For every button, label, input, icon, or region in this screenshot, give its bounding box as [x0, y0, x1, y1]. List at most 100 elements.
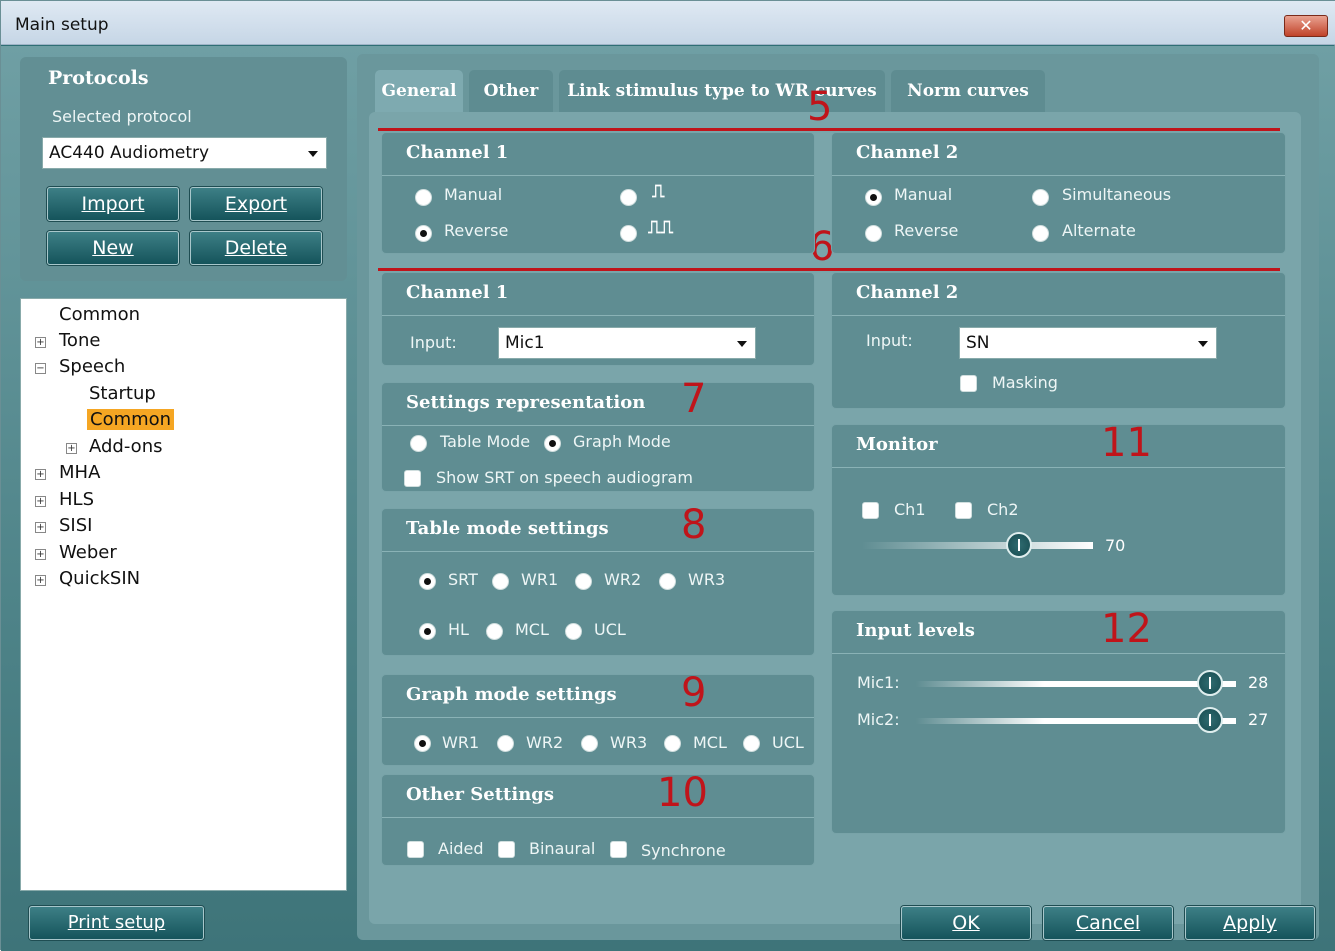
- stim2-alternate-radio[interactable]: [1032, 225, 1049, 242]
- expand-icon[interactable]: +: [66, 443, 77, 454]
- masking-label: Masking: [992, 373, 1058, 392]
- stim2-manual-radio[interactable]: [865, 189, 882, 206]
- tree-item-tone[interactable]: Tone: [59, 330, 100, 351]
- table-ucl-label: UCL: [594, 620, 626, 639]
- tree-item-startup[interactable]: Startup: [89, 383, 156, 404]
- table-wr2-radio[interactable]: [575, 573, 592, 590]
- tab-link-stimulus[interactable]: Link stimulus type to WR curves: [559, 70, 885, 112]
- input1-label: Input:: [410, 333, 457, 352]
- apply-button[interactable]: Apply: [1185, 906, 1315, 940]
- print-setup-button[interactable]: Print setup: [29, 906, 204, 940]
- show-srt-checkbox[interactable]: [404, 470, 421, 487]
- tree-item-quicksin[interactable]: QuickSIN: [59, 568, 140, 589]
- graph-wr3-radio[interactable]: [581, 735, 598, 752]
- tab-norm-curves[interactable]: Norm curves: [891, 70, 1045, 112]
- tree-item-sisi[interactable]: SISI: [59, 515, 92, 536]
- tab-other[interactable]: Other: [469, 70, 553, 112]
- expand-icon[interactable]: +: [35, 337, 46, 348]
- synchrone-checkbox[interactable]: [610, 841, 627, 858]
- mic2-level-bar: [916, 718, 1236, 724]
- protocol-select-value: AC440 Audiometry: [49, 143, 210, 163]
- ch2-checkbox[interactable]: [955, 502, 972, 519]
- settings-representation-title: Settings representation: [406, 392, 646, 413]
- input2-select[interactable]: SN: [959, 327, 1217, 359]
- expand-icon[interactable]: +: [35, 575, 46, 586]
- cancel-button[interactable]: Cancel: [1043, 906, 1173, 940]
- ok-button[interactable]: OK: [901, 906, 1031, 940]
- graph-wr2-radio[interactable]: [497, 735, 514, 752]
- stim2-simultaneous-label: Simultaneous: [1062, 185, 1172, 204]
- protocols-heading: Protocols: [48, 67, 149, 89]
- tree-item-mha[interactable]: MHA: [59, 462, 100, 483]
- mic1-label: Mic1:: [857, 673, 900, 692]
- graph-wr1-label: WR1: [442, 733, 480, 752]
- tree-item-add-ons[interactable]: Add-ons: [89, 436, 162, 457]
- cancel-label: Cancel: [1075, 912, 1141, 934]
- table-mcl-radio[interactable]: [486, 623, 503, 640]
- stim2-reverse-radio[interactable]: [865, 225, 882, 242]
- graph-wr3-label: WR3: [610, 733, 648, 752]
- input-levels-title: Input levels: [856, 620, 975, 641]
- table-wr1-label: WR1: [521, 570, 559, 589]
- stim1-manual-radio[interactable]: [415, 189, 432, 206]
- collapse-icon[interactable]: −: [35, 363, 46, 374]
- graph-ucl-radio[interactable]: [743, 735, 760, 752]
- tree-item-weber[interactable]: Weber: [59, 542, 117, 563]
- export-button[interactable]: Export: [190, 187, 322, 221]
- stim1-reverse-radio[interactable]: [415, 225, 432, 242]
- stim1-multi-pulse-radio[interactable]: [620, 225, 637, 242]
- graph-wr1-radio[interactable]: [414, 735, 431, 752]
- tree-item-speech[interactable]: Speech: [59, 356, 125, 377]
- hl-radio[interactable]: [419, 623, 436, 640]
- stimulus-channel-2-title: Channel 2: [856, 142, 959, 163]
- ch2-label: Ch2: [987, 500, 1019, 519]
- new-button[interactable]: New: [47, 231, 179, 265]
- stim2-simultaneous-radio[interactable]: [1032, 189, 1049, 206]
- annotation-5: 5: [807, 84, 833, 130]
- import-button[interactable]: Import: [47, 187, 179, 221]
- other-settings-title: Other Settings: [406, 784, 555, 805]
- tree-item-common-selected[interactable]: Common: [87, 409, 175, 430]
- protocol-select[interactable]: AC440 Audiometry: [42, 137, 327, 169]
- table-wr1-radio[interactable]: [492, 573, 509, 590]
- monitor-slider-thumb[interactable]: [1006, 532, 1033, 558]
- expand-icon[interactable]: +: [35, 522, 46, 533]
- table-mode-radio[interactable]: [410, 435, 427, 452]
- graph-mode-settings-group: Graph mode settings WR1 WR2 WR3 MCL UCL: [381, 674, 815, 766]
- expand-icon[interactable]: +: [35, 549, 46, 560]
- tree-item-common[interactable]: Common: [59, 304, 140, 325]
- mic2-level-thumb: [1197, 707, 1224, 733]
- stim1-manual-label: Manual: [444, 185, 503, 204]
- show-srt-label: Show SRT on speech audiogram: [436, 468, 693, 487]
- delete-button[interactable]: Delete: [190, 231, 322, 265]
- binaural-checkbox[interactable]: [498, 841, 515, 858]
- apply-label: Apply: [1223, 912, 1277, 934]
- stimulus-channel-2-group: Channel 2 Manual Reverse Simultaneous Al…: [831, 132, 1286, 254]
- mic2-level-value: 27: [1248, 710, 1269, 729]
- divider: [832, 315, 1285, 316]
- input-channel-2-group: Channel 2 Input: SN Masking: [831, 272, 1286, 409]
- table-wr3-radio[interactable]: [659, 573, 676, 590]
- table-mode-label: Table Mode: [440, 432, 531, 451]
- aided-checkbox[interactable]: [407, 841, 424, 858]
- stim2-alternate-label: Alternate: [1062, 221, 1136, 240]
- close-button[interactable]: ✕: [1284, 15, 1328, 37]
- ok-label: OK: [952, 912, 980, 934]
- tab-general[interactable]: General: [375, 70, 463, 112]
- tree-item-hls[interactable]: HLS: [59, 489, 94, 510]
- monitor-slider[interactable]: [862, 542, 1093, 549]
- multi-pulse-icon: ⎍⎍: [648, 217, 674, 238]
- table-ucl-radio[interactable]: [565, 623, 582, 640]
- srt-radio[interactable]: [419, 573, 436, 590]
- graph-mcl-radio[interactable]: [664, 735, 681, 752]
- masking-checkbox[interactable]: [960, 375, 977, 392]
- expand-icon[interactable]: +: [35, 469, 46, 480]
- stim1-single-pulse-radio[interactable]: [620, 189, 637, 206]
- expand-icon[interactable]: +: [35, 496, 46, 507]
- ch1-checkbox[interactable]: [862, 502, 879, 519]
- graph-mode-radio[interactable]: [544, 435, 561, 452]
- input1-select[interactable]: Mic1: [498, 327, 756, 359]
- monitor-title: Monitor: [856, 434, 938, 455]
- protocol-tree[interactable]: Common + Tone − Speech Startup Common + …: [20, 298, 347, 891]
- single-pulse-icon: ⎍: [652, 181, 665, 202]
